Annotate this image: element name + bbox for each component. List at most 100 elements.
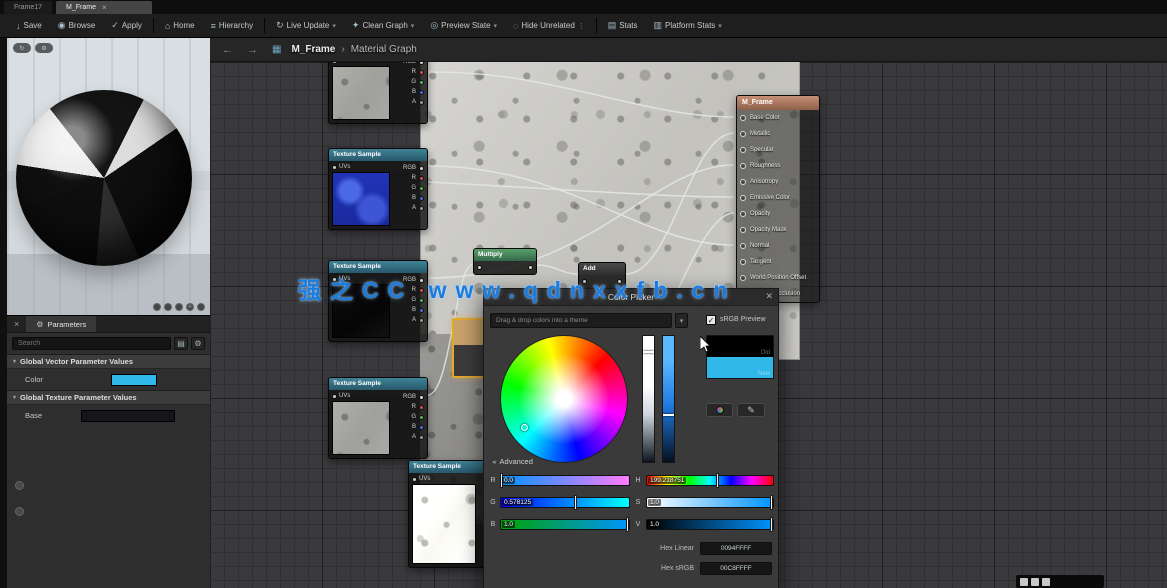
platform-stats-button[interactable]: ▥ Platform Stats ▾: [646, 14, 730, 37]
texture-swatch[interactable]: [81, 410, 175, 422]
hex-linear-field[interactable]: 0094FFFF: [700, 542, 772, 555]
slider-handle[interactable]: [770, 517, 773, 532]
slider-handle[interactable]: [574, 495, 577, 510]
bar-handle[interactable]: [643, 351, 654, 353]
input-pin[interactable]: [740, 179, 746, 185]
srgb-preview-checkbox[interactable]: ✓: [706, 315, 716, 325]
output-pin[interactable]: [419, 415, 424, 420]
texture-sample-node[interactable]: Texture Sample UVs RGB R G B A: [328, 377, 428, 459]
grid-icon[interactable]: ▦: [268, 44, 285, 55]
layers-button[interactable]: ▤: [174, 337, 188, 350]
viewport-mode-badge[interactable]: ↻: [13, 43, 31, 53]
hex-srgb-field[interactable]: 00C8FFFF: [700, 562, 772, 575]
b-slider[interactable]: 1.0: [500, 519, 630, 531]
search-input[interactable]: Search: [12, 337, 171, 350]
bar-handle[interactable]: [663, 414, 674, 416]
input-pin[interactable]: [740, 195, 746, 201]
browse-button[interactable]: ◉ Browse: [50, 14, 104, 37]
input-pin[interactable]: [740, 147, 746, 153]
asset-tab-active[interactable]: M_Frame ×: [56, 1, 152, 14]
slider-track[interactable]: [500, 519, 630, 530]
parameter-group-header[interactable]: ▾ Global Texture Parameter Values: [7, 390, 210, 405]
preview-shape-button[interactable]: [175, 303, 183, 311]
color-picker-dialog[interactable]: Color Picker ✕ Drag & drop colors into a…: [483, 288, 779, 588]
slider-track[interactable]: [646, 519, 774, 530]
theme-dropdown-button[interactable]: ▾: [675, 313, 688, 328]
settings-button[interactable]: ⚙: [191, 337, 205, 350]
output-pin[interactable]: [419, 100, 424, 105]
input-pin[interactable]: [740, 163, 746, 169]
output-pin[interactable]: [419, 186, 424, 191]
viewport-settings-badge[interactable]: ⚙: [35, 43, 53, 53]
list-item[interactable]: [7, 472, 210, 498]
input-pin[interactable]: [477, 265, 482, 270]
output-pin[interactable]: [419, 405, 424, 410]
home-button[interactable]: ⌂ Home: [157, 14, 203, 37]
apply-button[interactable]: ✓ Apply: [103, 14, 150, 37]
preview-state-button[interactable]: ◎ Preview State ▾: [422, 14, 505, 37]
advanced-expander[interactable]: ◂ Advanced: [492, 457, 533, 466]
new-color-swatch[interactable]: New: [707, 357, 773, 378]
output-pin[interactable]: [419, 308, 424, 313]
input-pin[interactable]: [332, 394, 337, 399]
r-slider[interactable]: 0.0: [500, 475, 630, 487]
slider-handle[interactable]: [770, 495, 773, 510]
asset-tab[interactable]: Frame17: [4, 1, 52, 14]
output-pin[interactable]: [419, 176, 424, 181]
live-update-button[interactable]: ↻ Live Update ▾: [268, 14, 344, 37]
input-pin[interactable]: [332, 62, 337, 64]
color-swatch[interactable]: [111, 374, 157, 386]
input-pin[interactable]: [412, 477, 417, 482]
hide-unrelated-button[interactable]: ◌ Hide Unrelated ⋮: [505, 14, 593, 37]
close-icon[interactable]: ×: [11, 319, 22, 329]
preview-shape-button[interactable]: [197, 303, 205, 311]
output-pin[interactable]: [419, 395, 424, 400]
breadcrumb-root[interactable]: M_Frame: [291, 44, 335, 55]
slider-track[interactable]: [500, 475, 630, 486]
material-result-node[interactable]: M_Frame Base Color Metallic Specular Rou…: [736, 95, 820, 303]
output-pin[interactable]: [528, 265, 533, 270]
output-pin[interactable]: [419, 80, 424, 85]
preview-shape-button[interactable]: [153, 303, 161, 311]
stats-button[interactable]: ▤ Stats: [600, 14, 646, 37]
output-pin[interactable]: [419, 206, 424, 211]
slider-track[interactable]: [646, 497, 774, 508]
g-slider[interactable]: 0.578125: [500, 497, 630, 509]
color-wheel-indicator[interactable]: [521, 424, 528, 431]
output-pin[interactable]: [419, 318, 424, 323]
texture-sample-node[interactable]: Texture Sample UVs RGB R G B A: [328, 148, 428, 230]
clean-graph-button[interactable]: ✦ Clean Graph ▾: [344, 14, 422, 37]
input-pin[interactable]: [740, 227, 746, 233]
hierarchy-button[interactable]: ≡ Hierarchy: [203, 14, 262, 37]
output-pin[interactable]: [419, 90, 424, 95]
theme-color-button[interactable]: [706, 403, 733, 417]
color-wheel[interactable]: [500, 335, 628, 463]
forward-icon[interactable]: →: [243, 44, 262, 56]
color-theme-input[interactable]: Drag & drop colors into a theme: [490, 313, 672, 328]
save-button[interactable]: ↓ Save: [8, 14, 50, 37]
material-preview-sphere[interactable]: [16, 90, 192, 266]
input-pin[interactable]: [740, 275, 746, 281]
h-slider[interactable]: 199.218751: [646, 475, 774, 487]
list-item[interactable]: [7, 498, 210, 524]
back-icon[interactable]: ←: [218, 44, 237, 56]
slider-handle[interactable]: [716, 473, 719, 488]
preview-shape-button[interactable]: [164, 303, 172, 311]
input-pin[interactable]: [740, 115, 746, 121]
input-pin[interactable]: [740, 259, 746, 265]
output-pin[interactable]: [419, 435, 424, 440]
old-color-swatch[interactable]: Old: [707, 336, 773, 357]
output-pin[interactable]: [419, 70, 424, 75]
preview-shape-button[interactable]: ✛: [186, 303, 194, 311]
saturation-bar[interactable]: [642, 335, 655, 463]
slider-handle[interactable]: [626, 517, 629, 532]
input-pin[interactable]: [740, 211, 746, 217]
output-pin[interactable]: [419, 62, 424, 65]
output-pin[interactable]: [419, 166, 424, 171]
s-slider[interactable]: 1.0: [646, 497, 774, 509]
close-icon[interactable]: ×: [102, 1, 107, 14]
output-pin[interactable]: [419, 425, 424, 430]
parameter-group-header[interactable]: ▾ Global Vector Parameter Values: [7, 354, 210, 369]
input-pin[interactable]: [740, 131, 746, 137]
v-slider[interactable]: 1.0: [646, 519, 774, 531]
